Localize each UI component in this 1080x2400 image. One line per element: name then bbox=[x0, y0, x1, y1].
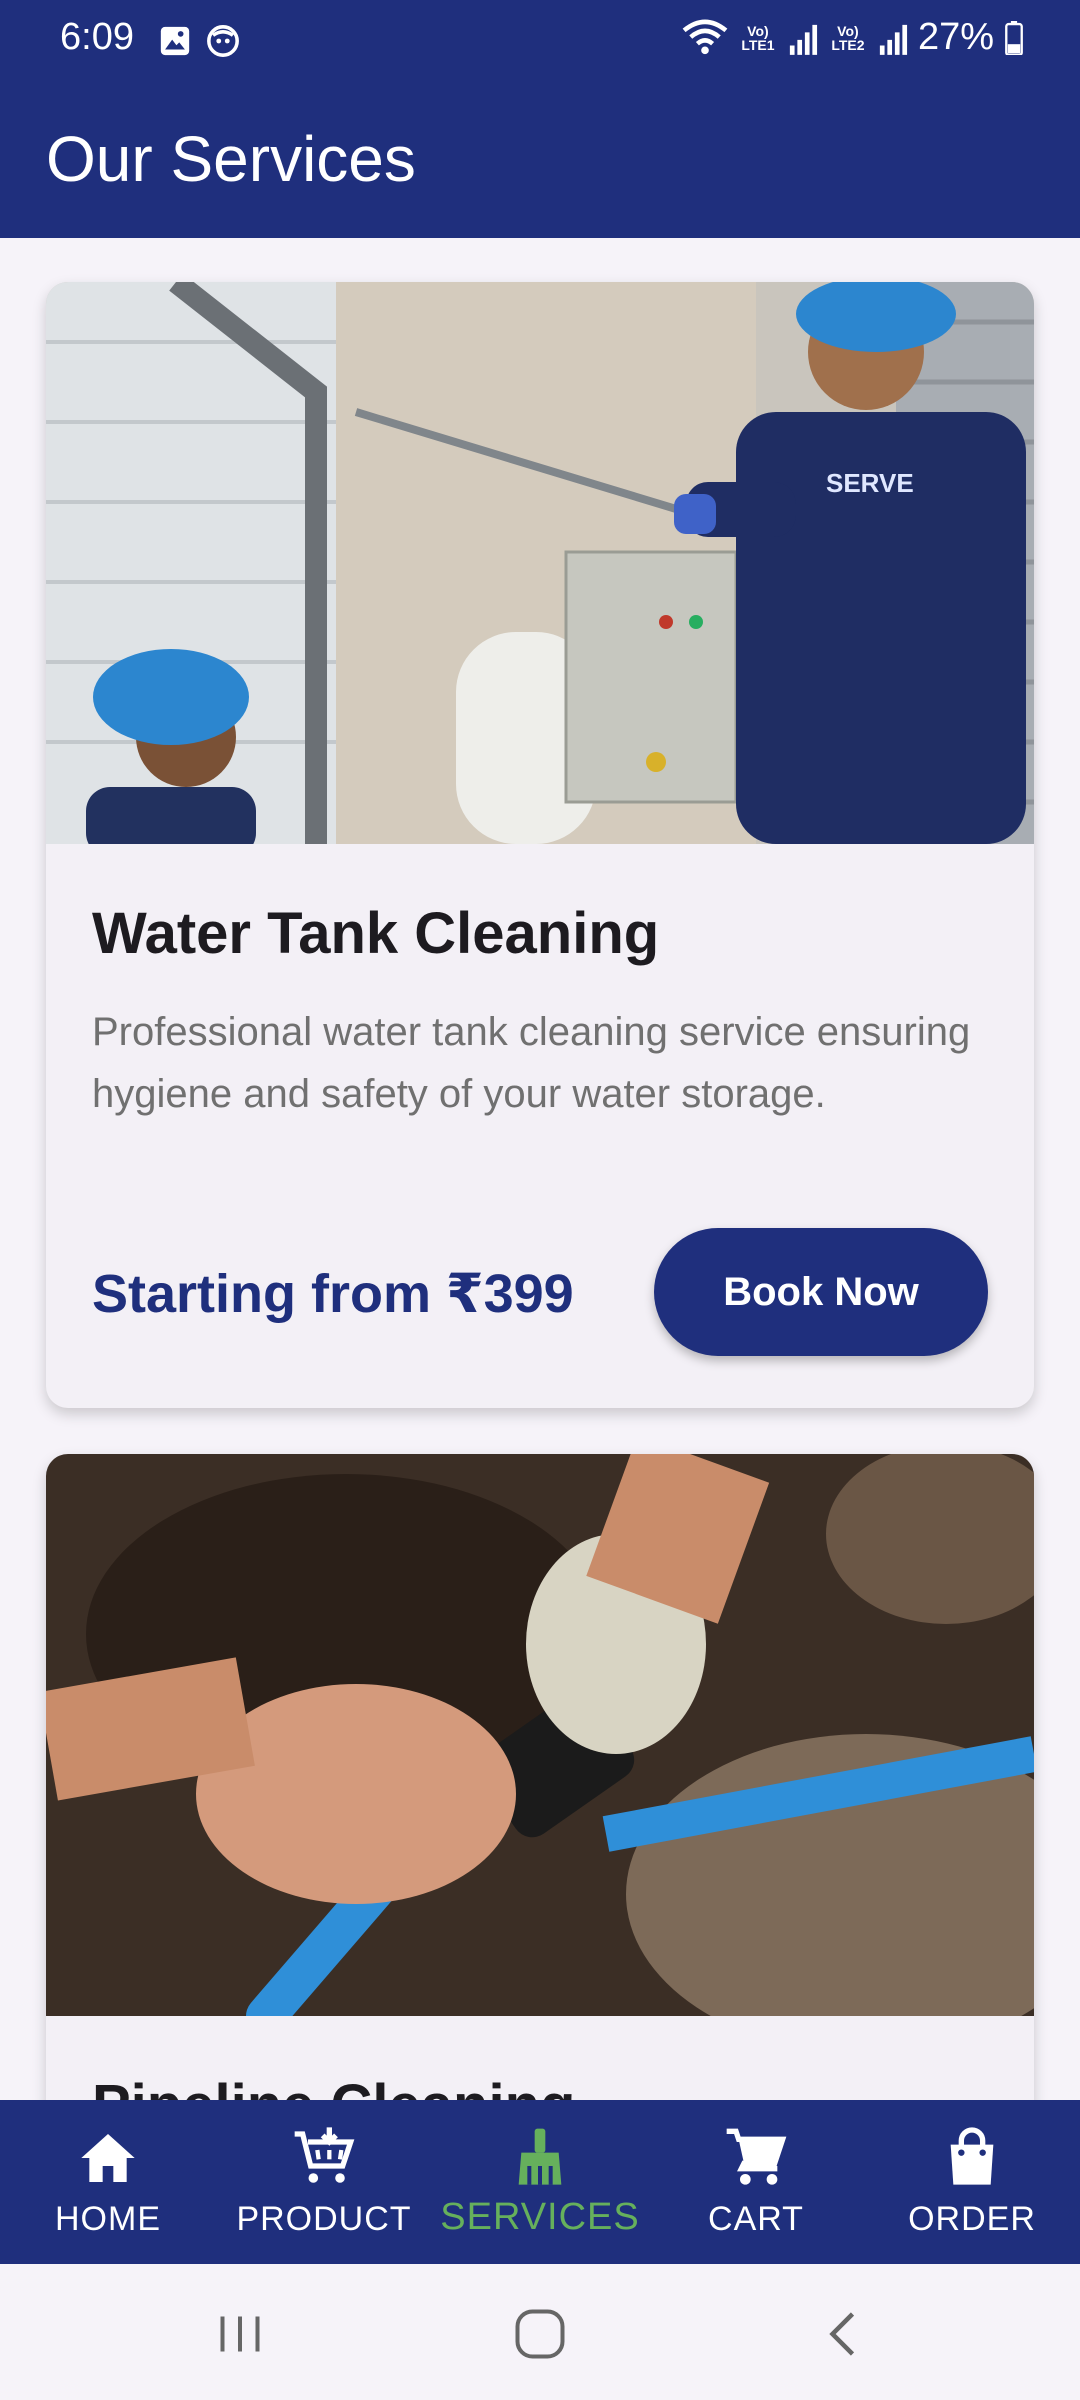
nav-label: CART bbox=[708, 2200, 804, 2238]
shopping-bag-icon bbox=[950, 2127, 994, 2185]
nav-item-order[interactable]: ORDER bbox=[864, 2100, 1080, 2264]
nav-item-cart[interactable]: CART bbox=[648, 2100, 864, 2264]
sim1-label: Vo) LTE1 bbox=[741, 22, 775, 53]
status-bar: 6:09 Vo) LTE1 Vo) LTE2 27% bbox=[0, 0, 1080, 80]
signal-icon bbox=[789, 24, 817, 55]
service-card-water-tank[interactable]: SERVE Water Tank Cleaning Professional w… bbox=[46, 282, 1034, 1408]
service-price: Starting from ₹399 bbox=[92, 1264, 574, 1324]
wifi-icon bbox=[682, 19, 728, 54]
book-now-button[interactable]: Book Now bbox=[654, 1228, 988, 1356]
page-title: Our Services bbox=[46, 123, 416, 195]
nav-label: ORDER bbox=[908, 2200, 1036, 2238]
service-card-pipeline[interactable]: Pipeline Cleaning bbox=[46, 1454, 1034, 2100]
app-bar: Our Services bbox=[0, 80, 1080, 238]
uniform-logo-text: SERVE bbox=[826, 468, 914, 498]
nav-label: PRODUCT bbox=[236, 2200, 412, 2238]
nav-item-product[interactable]: PRODUCT bbox=[216, 2100, 432, 2264]
back-icon[interactable] bbox=[815, 2304, 875, 2364]
service-title: Water Tank Cleaning bbox=[92, 901, 660, 966]
broom-icon bbox=[518, 2128, 562, 2185]
bottom-nav: HOME PRODUCT SERVICES CART ORDER bbox=[0, 2100, 1080, 2264]
nav-label: HOME bbox=[55, 2200, 161, 2238]
system-nav-bar bbox=[0, 2264, 1080, 2400]
status-time: 6:09 bbox=[60, 16, 134, 58]
recents-icon[interactable] bbox=[210, 2304, 270, 2364]
face-icon bbox=[207, 25, 239, 57]
nav-item-home[interactable]: HOME bbox=[0, 2100, 216, 2264]
gallery-icon bbox=[160, 26, 190, 56]
sim2-label: Vo) LTE2 bbox=[831, 22, 865, 53]
service-title: Pipeline Cleaning bbox=[92, 2072, 988, 2100]
services-list[interactable]: SERVE Water Tank Cleaning Professional w… bbox=[0, 238, 1080, 2100]
pipeline-hands-photo bbox=[46, 1454, 1034, 2016]
nav-item-services[interactable]: SERVICES bbox=[432, 2100, 648, 2264]
battery-percent: 27% bbox=[917, 16, 994, 58]
shopping-cart-icon bbox=[726, 2128, 787, 2185]
battery-icon bbox=[1005, 20, 1023, 55]
water-tank-technicians-photo: SERVE bbox=[46, 282, 1034, 844]
nav-label: SERVICES bbox=[440, 2196, 640, 2238]
home-icon bbox=[81, 2134, 135, 2182]
cart-plus-icon bbox=[294, 2127, 355, 2183]
home-circle-icon[interactable] bbox=[510, 2304, 570, 2364]
signal-icon bbox=[879, 24, 907, 55]
service-description: Professional water tank cleaning service… bbox=[92, 1010, 971, 1116]
